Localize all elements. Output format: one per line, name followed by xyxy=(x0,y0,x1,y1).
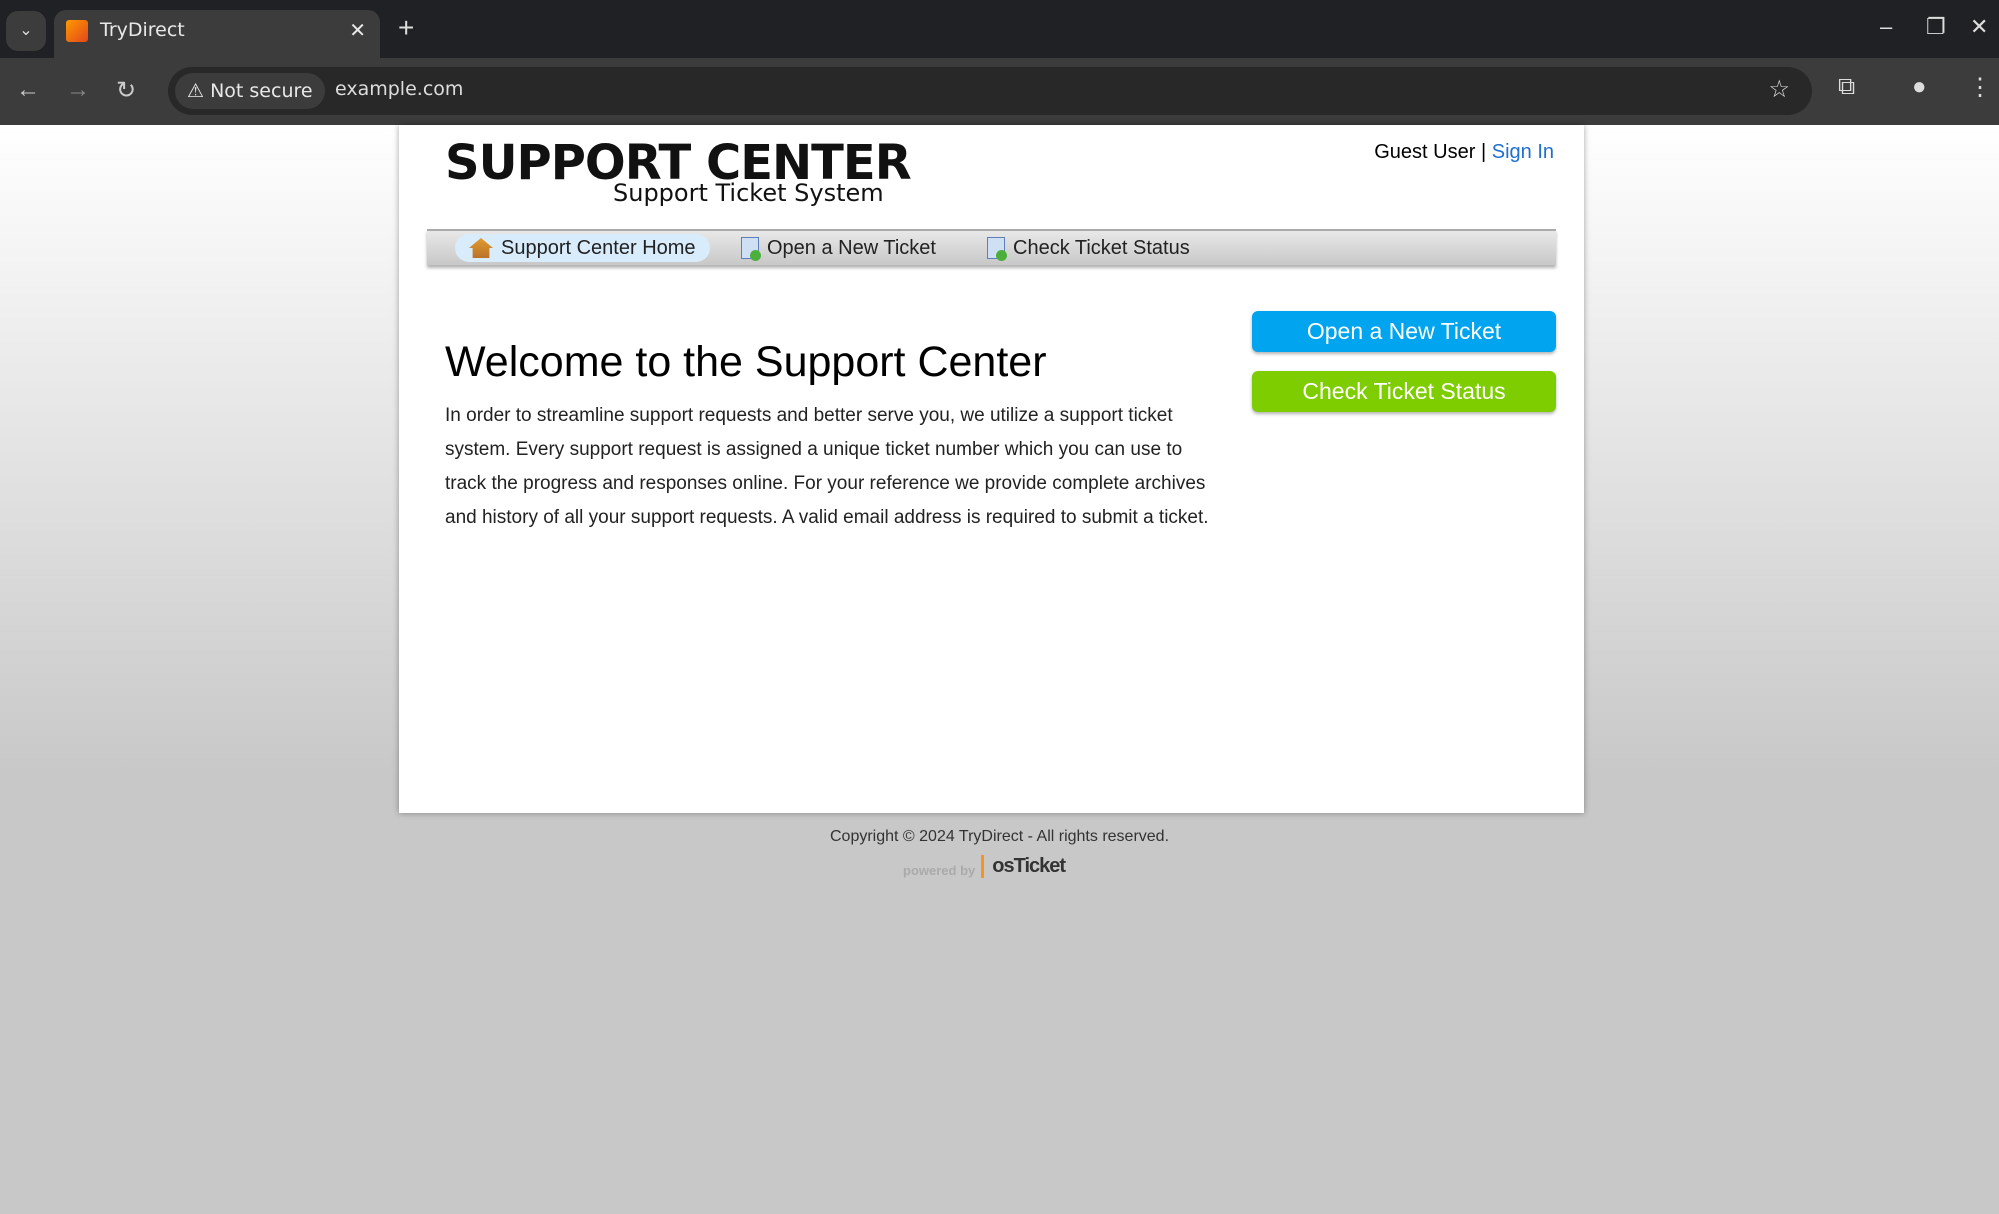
restore-icon[interactable]: ❐ xyxy=(1926,14,1946,40)
copyright: Copyright © 2024 TryDirect - All rights … xyxy=(829,828,1170,845)
nav-label: Check Ticket Status xyxy=(1013,237,1190,259)
intro-text: In order to streamline support requests … xyxy=(445,405,1209,528)
separator: | xyxy=(1480,141,1487,163)
address-bar[interactable]: ⚠ Not secure example.com ☆ xyxy=(168,67,1812,115)
open-ticket-button[interactable]: Open a New Ticket xyxy=(1252,311,1556,352)
ticket-status-icon xyxy=(987,237,1007,261)
bookmark-star-icon[interactable]: ☆ xyxy=(1768,75,1790,104)
page: SUPPORT CENTER Support Ticket System Gue… xyxy=(0,125,1999,1214)
extensions-icon[interactable]: ⧉ xyxy=(1838,73,1855,101)
nav-label: Support Center Home xyxy=(501,237,696,259)
reload-icon[interactable]: ↻ xyxy=(116,76,136,105)
new-tab-icon[interactable]: + xyxy=(398,12,414,44)
nav-open-ticket[interactable]: Open a New Ticket xyxy=(727,234,950,262)
browser-tab[interactable]: TryDirect ✕ xyxy=(54,10,380,58)
favicon-icon xyxy=(66,20,88,42)
nav-support-home[interactable]: Support Center Home xyxy=(455,234,710,262)
new-ticket-icon xyxy=(741,237,761,261)
content-container: SUPPORT CENTER Support Ticket System Gue… xyxy=(399,125,1584,813)
home-icon xyxy=(469,238,493,258)
logo-subtitle: Support Ticket System xyxy=(613,179,884,207)
nav-check-status[interactable]: Check Ticket Status xyxy=(973,234,1204,262)
nav-label: Open a New Ticket xyxy=(767,237,936,259)
close-window-icon[interactable]: ✕ xyxy=(1970,14,1988,40)
browser-tab-strip: ⌄ TryDirect ✕ + – ❐ ✕ xyxy=(0,0,1999,58)
main-nav: Support Center Home Open a New Ticket Ch… xyxy=(427,229,1556,265)
tab-close-icon[interactable]: ✕ xyxy=(349,18,366,43)
back-icon[interactable]: ← xyxy=(16,76,40,104)
tab-search-button[interactable]: ⌄ xyxy=(6,11,46,51)
powered-by-text: powered by xyxy=(903,863,976,878)
check-status-button[interactable]: Check Ticket Status xyxy=(1252,371,1556,412)
page-title: Welcome to the Support Center xyxy=(445,338,1047,386)
powered-by-logo[interactable]: powered by osTicket xyxy=(903,855,1066,878)
browser-toolbar: ← → ↻ ⚠ Not secure example.com ☆ ⧉ ● ⋮ xyxy=(0,58,1999,125)
user-info: Guest User | Sign In xyxy=(1374,141,1554,164)
sign-in-link[interactable]: Sign In xyxy=(1492,141,1554,163)
forward-icon[interactable]: → xyxy=(66,76,90,104)
minimize-icon[interactable]: – xyxy=(1880,14,1892,40)
security-chip[interactable]: ⚠ Not secure xyxy=(175,73,325,109)
url-text[interactable]: example.com xyxy=(335,78,463,100)
osticket-logo: osTicket xyxy=(981,855,1066,878)
menu-icon[interactable]: ⋮ xyxy=(1968,73,1992,102)
tab-title: TryDirect xyxy=(100,19,185,41)
security-label: Not secure xyxy=(210,80,313,102)
guest-label: Guest User xyxy=(1374,141,1476,163)
profile-icon[interactable]: ● xyxy=(1912,73,1927,101)
